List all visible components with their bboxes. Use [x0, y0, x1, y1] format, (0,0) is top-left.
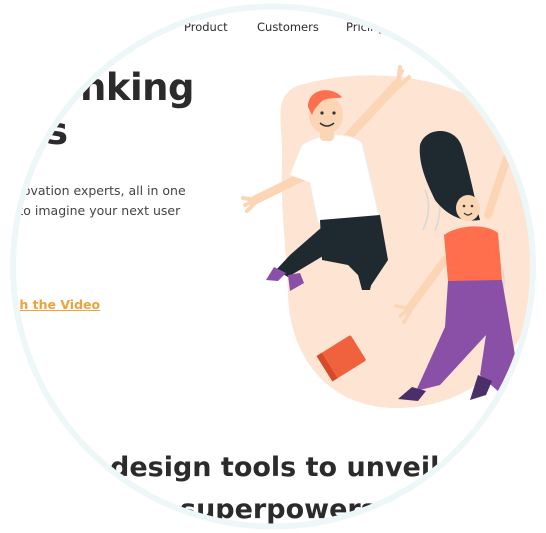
hero-description-line1: nnovation experts, all in one — [7, 183, 186, 198]
section-heading-line2: superpowers — [180, 494, 377, 525]
jumping-people-illustration — [241, 65, 543, 409]
page: Product Customers Pricing hinking s nnov… — [0, 0, 546, 533]
hero-title-line1: hinking — [42, 66, 194, 109]
nav-item-pricing[interactable]: Pricing — [346, 20, 385, 34]
nav-item-customers[interactable]: Customers — [257, 20, 319, 34]
hero-title-line2: s — [46, 110, 69, 153]
nav-item-product[interactable]: Product — [184, 20, 228, 34]
section-heading-line1: design tools to unveil — [110, 452, 440, 483]
hero-description-line2: y to imagine your next user — [7, 203, 181, 218]
watch-video-link[interactable]: tch the Video — [6, 297, 100, 312]
